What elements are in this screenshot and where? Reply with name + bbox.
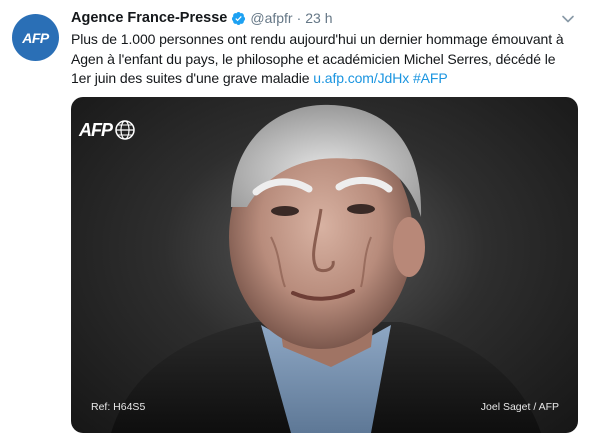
verified-badge-icon bbox=[232, 11, 246, 25]
tweet-photo[interactable]: AFP Ref: H64S5 Joel Saget / AFP bbox=[71, 97, 578, 433]
portrait-photo bbox=[111, 104, 541, 433]
afp-watermark-text: AFP bbox=[79, 119, 113, 140]
photo-credit: Joel Saget / AFP bbox=[480, 401, 559, 413]
hashtag-link[interactable]: #AFP bbox=[413, 70, 448, 86]
tweet-link[interactable]: u.afp.com/JdHx bbox=[313, 70, 409, 86]
tweet-actions bbox=[71, 440, 571, 446]
tweet-text: Plus de 1.000 personnes ont rendu aujour… bbox=[71, 30, 571, 89]
timestamp[interactable]: 23 h bbox=[305, 10, 332, 26]
avatar[interactable]: AFP bbox=[12, 14, 59, 61]
author-name[interactable]: Agence France-Presse bbox=[71, 10, 227, 26]
author-handle[interactable]: @afpfr bbox=[250, 10, 292, 26]
separator-dot: · bbox=[296, 10, 302, 26]
afp-watermark-logo: AFP bbox=[79, 119, 136, 141]
chevron-down-icon[interactable] bbox=[561, 12, 575, 26]
tweet[interactable]: AFP Agence France-Presse @afpfr · 23 h P… bbox=[0, 0, 589, 446]
avatar-logo-text: AFP bbox=[22, 29, 49, 46]
globe-icon bbox=[115, 120, 135, 140]
photo-reference: Ref: H64S5 bbox=[91, 401, 146, 413]
tweet-header: Agence France-Presse @afpfr · 23 h bbox=[71, 9, 333, 27]
